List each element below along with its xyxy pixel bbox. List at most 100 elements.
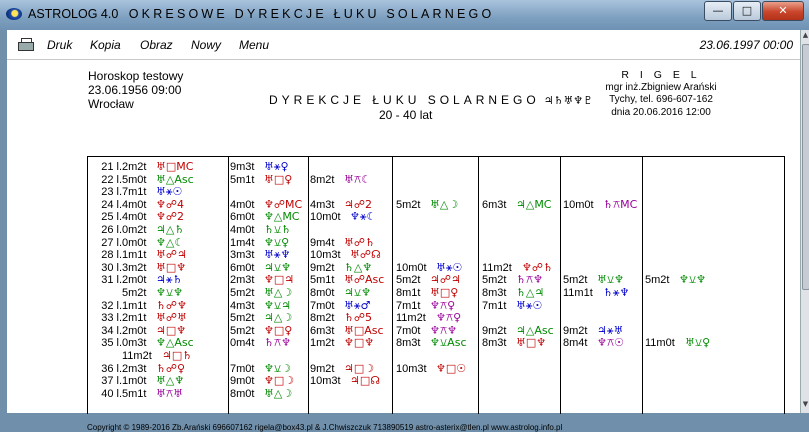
age-cell: 34 l. [101,324,122,337]
aspect-glyph: ♄⚻MC [603,197,638,211]
printer-icon[interactable] [18,38,34,51]
time-cell: 10m3t [310,249,341,262]
time-cell: 5m1t [310,274,335,287]
aspect-glyph: ♅△☽ [264,286,293,299]
table-column-divider [642,157,643,414]
aspect-glyph: ♆⚻♀ [436,311,462,325]
close-button[interactable]: ✕ [762,1,804,21]
time-cell: 10m3t [396,362,427,375]
aspect-glyph: ♆□☉ [436,361,467,375]
age-cell: 26 l. [101,224,122,236]
scrollbar-thumb[interactable] [802,44,809,290]
aspect-glyph: ♃□♄ [162,349,193,362]
time-cell: 4m3t [310,198,335,211]
time-cell: 9m3t [230,161,255,173]
report-title: DYREKCJE ŁUKU SOLARNEGO ♃♄♅♆♇ [269,93,593,107]
aspect-glyph: ♅☍♅ [156,311,187,325]
time-cell: 1m1t [122,249,147,262]
table-column-divider [392,157,393,414]
time-cell: 11m2t [122,350,152,362]
aspect-glyph: ♃△☽ [264,311,293,325]
time-cell: 9m2t [563,324,588,337]
time-cell: 8m2t [310,173,335,186]
time-cell: 11m0t [645,337,675,350]
aspect-glyph: ♅☍☊ [350,248,381,262]
maximize-button[interactable]: □ [733,1,761,21]
time-cell: 2m2t [122,161,147,173]
aspect-glyph: ♃△♄ [156,223,185,236]
age-cell: 27 l. [101,236,122,249]
window-title-app: ASTROLOG 4.0 [28,7,119,21]
time-cell: 7m1t [396,299,421,312]
directions-table: 21 l. 2m2t ♅□MC 9m3t ♅⚹♀ 22 l. 5m0t ♅△Asc 5m1t ♅□… [87,156,785,414]
time-cell: 11m2t [482,261,512,274]
menu-druk[interactable]: Druk [47,38,72,52]
window-title: ASTROLOG 4.0 OKRESOWE DYREKCJE ŁUKU SOLA… [28,7,494,21]
time-cell: 11m1t [563,287,593,299]
aspect-glyph: ♅□MC [156,160,194,173]
time-cell: 2m3t [230,274,255,287]
app-icon [6,8,22,20]
time-cell: 7m0t [230,362,255,375]
minimize-button[interactable]: — [704,1,732,21]
menu-kopia[interactable]: Kopia [90,38,121,52]
aspect-glyph: ♆⚺♆ [156,286,184,299]
aspect-glyph: ♅□♀ [430,286,459,299]
menu-nowy[interactable]: Nowy [191,38,221,52]
time-cell: 4m3t [230,299,255,312]
scroll-down-icon[interactable]: ▼ [801,400,809,412]
time-cell: 8m3t [482,337,507,350]
aspect-glyph: ♄△♃ [516,286,545,299]
time-cell: 4m0t [122,211,147,224]
age-cell: 28 l. [101,249,122,262]
aspect-glyph: ♅⚹☉ [156,185,183,199]
time-cell: 5m2t [122,287,147,299]
menu-menu[interactable]: Menu [239,38,269,52]
copyright-footer: Copyright © 1989-2016 Zb.Arański 6966071… [87,423,563,432]
time-cell: 1m2t [310,337,335,350]
aspect-glyph: ♅□♆ [516,336,547,350]
time-cell: 1m0t [122,375,147,388]
time-cell: 9m4t [310,236,335,249]
time-cell: 5m2t [482,274,507,287]
aspect-glyph: ♅△♆ [156,374,185,388]
age-cell: 40 l. [101,387,122,400]
aspect-glyph: ♄⚹♆ [603,286,630,299]
time-cell: 7m0t [396,324,421,337]
time-cell: 9m2t [310,362,335,375]
time-cell: 6m0t [230,211,255,224]
aspect-glyph: ♅△☽ [430,197,459,211]
time-cell: 10m0t [310,211,341,224]
age-cell: 25 l. [101,211,122,224]
planet-glyphs: ♃♄♅♆♇ [543,94,594,107]
time-cell: 4m0t [230,224,255,236]
age-cell: 21 l. [101,161,122,173]
time-cell: 8m2t [310,312,335,325]
time-cell: 6m3t [482,198,507,211]
vertical-scrollbar[interactable]: ▲ ▼ [800,30,809,413]
horoscope-place: Wrocław [88,97,134,111]
aspect-glyph: ♆⚻☉ [597,336,625,350]
aspect-glyph: ♃△MC [516,197,552,211]
table-column-divider [308,157,309,414]
age-cell: 33 l. [101,312,122,325]
time-cell: 0m0t [122,236,147,249]
time-cell: 9m2t [310,261,335,274]
time-cell: 5m1t [122,387,147,400]
age-cell: 31 l. [101,274,122,287]
time-cell: 11m2t [396,312,426,325]
report-content: Horoskop testowy 23.06.1956 09:00 Wrocła… [7,60,801,432]
time-cell: 1m4t [230,236,255,249]
time-cell: 5m2t [230,324,255,337]
time-cell: 4m0t [122,198,147,211]
menu-obraz[interactable]: Obraz [140,38,173,52]
author-info: R I G E L mgr inż.Zbigniew Arański Tychy… [591,69,731,119]
time-cell: 5m2t [230,312,255,325]
time-cell: 10m0t [563,198,594,211]
time-cell: 9m2t [482,324,507,337]
aspect-glyph: ♆□♆ [344,336,375,350]
window-controls: — □ ✕ [703,1,804,21]
scroll-up-icon[interactable]: ▲ [801,31,809,43]
table-column-divider [560,157,561,414]
aspect-glyph: ♅☍♃ [156,248,187,262]
